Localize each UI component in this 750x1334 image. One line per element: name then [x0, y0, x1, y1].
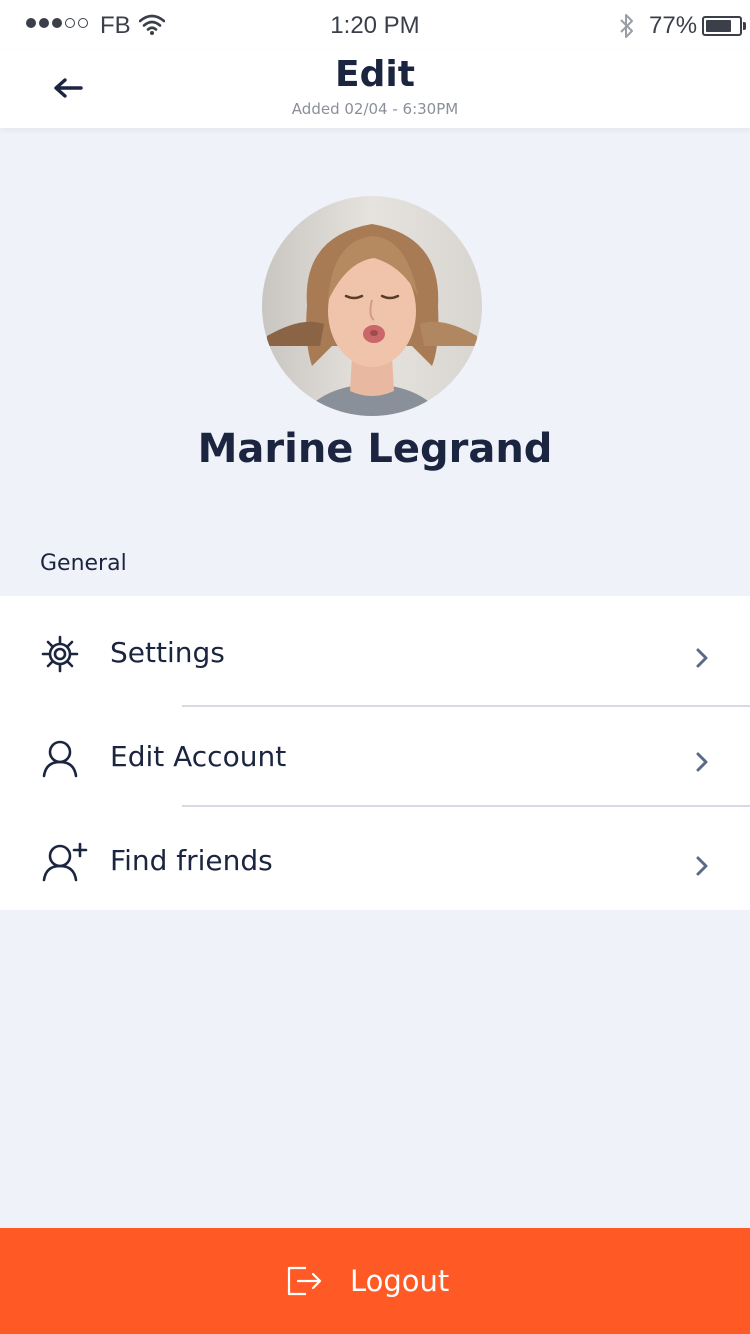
battery-icon [702, 16, 742, 36]
avatar[interactable] [262, 196, 482, 416]
menu-item-label: Edit Account [110, 740, 287, 773]
user-plus-icon [40, 842, 88, 882]
profile-name: Marine Legrand [197, 426, 553, 472]
chevron-right-icon [694, 750, 710, 774]
logout-icon [286, 1264, 324, 1302]
menu-item-settings[interactable]: Settings [0, 596, 750, 700]
menu-item-label: Settings [110, 636, 225, 669]
battery-fill [706, 20, 731, 32]
bluetooth-icon [618, 12, 636, 45]
menu-item-label: Find friends [110, 844, 273, 877]
status-time: 1:20 PM [330, 12, 420, 39]
chevron-right-icon [694, 646, 710, 670]
section-label-general: General [40, 551, 127, 576]
gear-icon [40, 634, 80, 674]
avatar-photo [262, 196, 482, 416]
menu-item-edit-account[interactable]: Edit Account [0, 700, 750, 804]
chevron-right-icon [694, 854, 710, 878]
settings-menu: Settings Edit Account Find friends [0, 596, 750, 910]
app-header: Edit Added 02/04 - 6:30PM [0, 50, 750, 128]
logout-button[interactable]: Logout [0, 1228, 750, 1334]
page-subtitle: Added 02/04 - 6:30PM [291, 100, 459, 118]
battery-percent: 77% [649, 12, 698, 39]
status-bar: FB 1:20 PM 77% [0, 0, 750, 50]
menu-item-find-friends[interactable]: Find friends [0, 804, 750, 908]
logout-label: Logout [350, 1264, 450, 1298]
user-icon [40, 738, 80, 778]
page-title: Edit [335, 54, 415, 95]
battery-nub [743, 22, 746, 30]
